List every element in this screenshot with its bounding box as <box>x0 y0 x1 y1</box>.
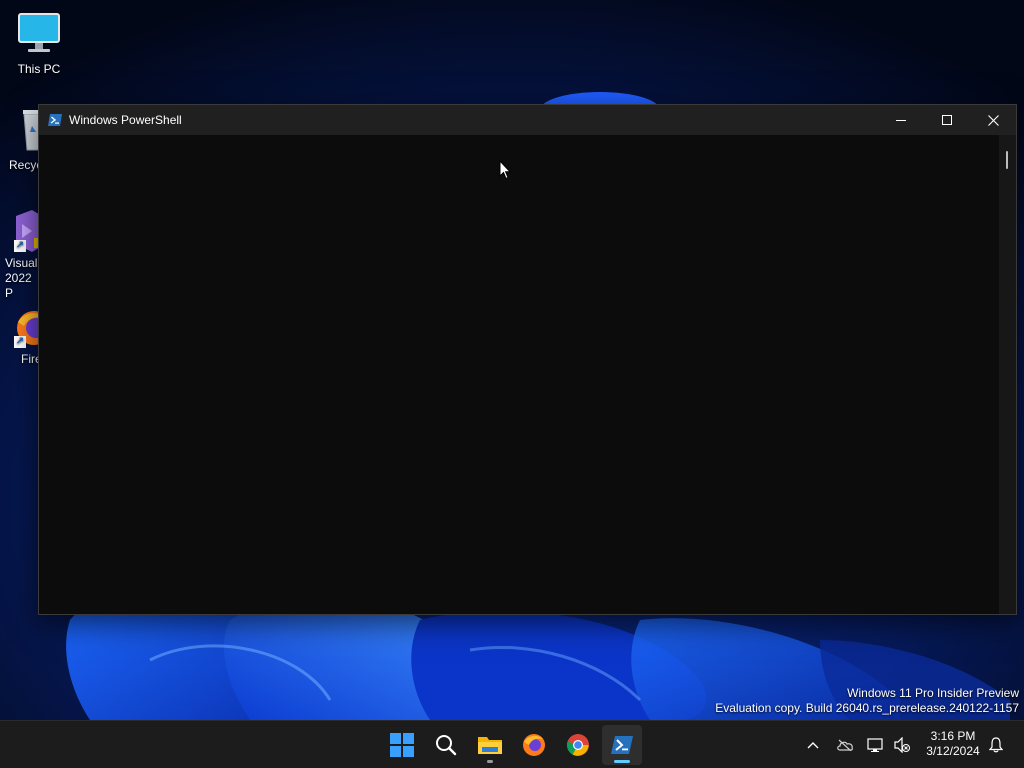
powershell-window[interactable]: Windows PowerShell <box>38 104 1017 615</box>
desktop-icon-label: Fire <box>21 352 40 366</box>
vertical-scrollbar[interactable] <box>999 135 1016 614</box>
windows-start-icon <box>390 733 414 757</box>
desktop-icon-label-line1: Visual <box>5 256 38 270</box>
folder-icon <box>478 737 502 754</box>
clock-date: 3/12/2024 <box>926 744 980 758</box>
show-hidden-icons-button[interactable] <box>803 735 823 755</box>
taskbar-search-button[interactable] <box>426 725 466 765</box>
desktop-icon-firefox[interactable]: ↗ Fire <box>0 308 40 367</box>
chrome-icon <box>566 734 589 756</box>
window-title: Windows PowerShell <box>69 113 182 127</box>
taskbar: 3:16 PM 3/12/2024 <box>0 720 1024 768</box>
visual-studio-icon: ↗ <box>14 210 40 252</box>
running-indicator <box>487 760 493 763</box>
monitor-icon <box>15 10 63 58</box>
maximize-icon <box>942 115 952 125</box>
minimize-button[interactable] <box>878 105 924 135</box>
taskbar-chrome[interactable] <box>558 725 598 765</box>
desktop-icon-label-line2: 2022 P <box>5 271 32 300</box>
maximize-button[interactable] <box>924 105 970 135</box>
tray-onedrive[interactable] <box>835 735 855 755</box>
taskbar-powershell[interactable] <box>602 725 642 765</box>
shortcut-arrow-icon: ↗ <box>14 240 26 252</box>
network-icon <box>867 738 883 752</box>
shortcut-arrow-icon: ↗ <box>14 336 26 348</box>
watermark-line2: Evaluation copy. Build 26040.rs_prerelea… <box>715 701 1019 715</box>
bell-icon <box>989 737 1003 753</box>
powershell-icon <box>611 736 633 754</box>
taskbar-clock[interactable]: 3:16 PM 3/12/2024 <box>918 729 988 759</box>
active-indicator <box>614 760 630 763</box>
desktop-icon-this-pc[interactable]: This PC <box>1 10 77 77</box>
clock-time: 3:16 PM <box>930 729 976 743</box>
taskbar-firefox[interactable] <box>514 725 554 765</box>
console-output[interactable] <box>39 135 999 614</box>
close-button[interactable] <box>970 105 1016 135</box>
desktop-icon-label: Recyc <box>9 158 43 172</box>
firefox-icon: ↗ <box>14 308 40 348</box>
minimize-icon <box>896 120 906 121</box>
volume-muted-icon <box>894 737 910 753</box>
powershell-icon <box>47 112 63 128</box>
mouse-cursor-icon <box>499 160 511 180</box>
desktop-icon-visual-studio[interactable]: ↗ Visual 2022 P <box>0 210 40 301</box>
tray-network[interactable] <box>866 735 886 755</box>
firefox-icon <box>523 734 545 756</box>
evaluation-watermark: Windows 11 Pro Insider Preview Evaluatio… <box>715 686 1019 716</box>
taskbar-start-button[interactable] <box>382 725 422 765</box>
scrollbar-thumb[interactable] <box>1006 151 1008 169</box>
notification-center-button[interactable] <box>986 735 1006 755</box>
tray-volume[interactable] <box>892 735 912 755</box>
onedrive-icon <box>837 739 854 751</box>
window-titlebar[interactable]: Windows PowerShell <box>39 105 1016 135</box>
search-icon <box>436 735 457 756</box>
taskbar-file-explorer[interactable] <box>470 725 510 765</box>
watermark-line1: Windows 11 Pro Insider Preview <box>847 686 1019 700</box>
close-icon <box>987 114 999 126</box>
chevron-up-icon <box>807 742 819 749</box>
desktop-icon-label: This PC <box>17 62 61 76</box>
